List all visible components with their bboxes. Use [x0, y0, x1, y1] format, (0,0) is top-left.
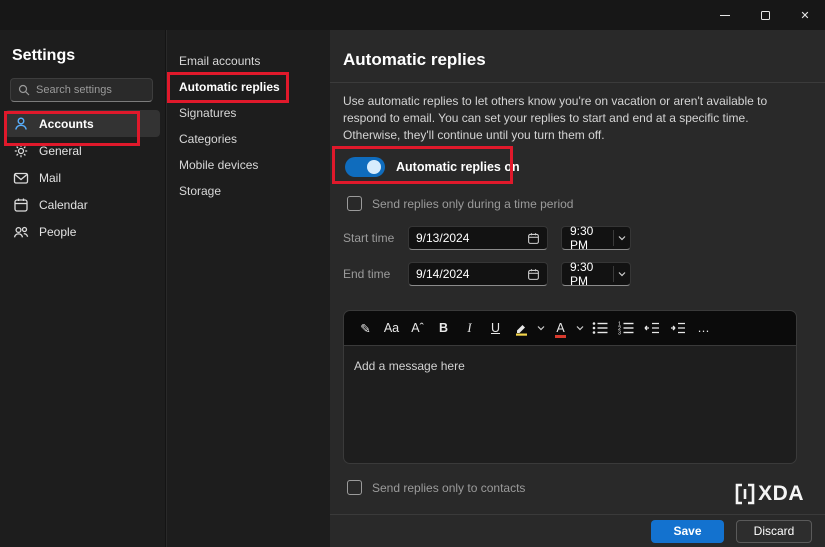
end-date-value: 9/14/2024	[416, 267, 470, 281]
bold-icon[interactable]: B	[432, 316, 455, 340]
start-time-field[interactable]: 9:30 PM	[561, 224, 631, 252]
calendar-icon	[528, 268, 539, 280]
toggle-label: Automatic replies on	[396, 160, 520, 174]
sidebar-item-general[interactable]: General	[5, 137, 160, 164]
minimize-icon	[720, 14, 730, 16]
maximize-icon	[760, 10, 770, 20]
start-time-label: Start time	[343, 231, 395, 245]
end-time-field[interactable]: 9:30 PM	[561, 260, 631, 288]
time-period-checkbox-label: Send replies only during a time period	[372, 196, 574, 211]
sidebar-item-label: General	[39, 143, 82, 158]
start-time-value: 9:30 PM	[570, 224, 594, 252]
end-time-label: End time	[343, 267, 391, 281]
message-text-area[interactable]: Add a message here	[343, 346, 797, 464]
sidebar-item-label: Accounts	[39, 116, 94, 131]
mail-icon	[13, 172, 29, 184]
reply-message-editor: ✎ Aa Aˆ B I U A 1 2 3 … Add a message he…	[343, 310, 797, 464]
font-icon[interactable]: Aa	[380, 316, 403, 340]
numbered-list-icon[interactable]: 1 2 3	[614, 316, 637, 340]
xda-logo-text: XDA	[758, 482, 804, 505]
font-size-icon[interactable]: Aˆ	[406, 316, 429, 340]
format-painter-icon[interactable]: ✎	[354, 316, 377, 340]
sidebar-item-people[interactable]: People	[5, 218, 160, 245]
contacts-only-checkbox[interactable]	[347, 480, 362, 495]
end-time-value: 9:30 PM	[570, 260, 594, 288]
subnav-item-signatures[interactable]: Signatures	[167, 100, 330, 126]
font-color-icon[interactable]: A	[549, 316, 572, 340]
sidebar-item-calendar[interactable]: Calendar	[5, 191, 160, 218]
chevron-down-icon[interactable]	[536, 325, 546, 331]
more-options-icon[interactable]: …	[692, 316, 715, 340]
xda-watermark: XDA	[735, 482, 804, 506]
subnav-item-storage[interactable]: Storage	[167, 178, 330, 204]
settings-sidebar: Settings Accounts General	[0, 30, 166, 547]
end-time-row: End time 9/14/2024 9:30 PM	[343, 260, 631, 288]
message-placeholder: Add a message here	[354, 359, 465, 373]
automatic-replies-panel: Automatic replies Use automatic replies …	[330, 30, 825, 547]
subnav-item-mobile-devices[interactable]: Mobile devices	[167, 152, 330, 178]
sidebar-item-label: Calendar	[39, 197, 88, 212]
formatting-toolbar: ✎ Aa Aˆ B I U A 1 2 3 …	[343, 310, 797, 346]
title-bar: ✕	[0, 0, 825, 30]
sidebar-item-mail[interactable]: Mail	[5, 164, 160, 191]
header-divider	[330, 82, 825, 83]
decrease-indent-icon[interactable]	[640, 316, 663, 340]
panel-footer: Save Discard	[330, 514, 825, 547]
description-text: Use automatic replies to let others know…	[343, 94, 768, 142]
underline-icon[interactable]: U	[484, 316, 507, 340]
bullet-list-icon[interactable]	[588, 316, 611, 340]
end-date-field[interactable]: 9/14/2024	[408, 262, 548, 286]
subnav-item-categories[interactable]: Categories	[167, 126, 330, 152]
automatic-replies-toggle-row: Automatic replies on	[345, 154, 520, 180]
save-button[interactable]: Save	[651, 519, 724, 543]
xda-logo-icon	[735, 483, 755, 505]
svg-text:3: 3	[618, 330, 621, 335]
close-icon: ✕	[800, 9, 810, 22]
person-icon	[15, 117, 27, 130]
time-period-checkbox[interactable]	[347, 196, 362, 211]
panel-title: Automatic replies	[343, 50, 486, 69]
search-icon	[18, 84, 30, 96]
close-button[interactable]: ✕	[785, 0, 825, 30]
calendar-icon	[528, 232, 539, 244]
contacts-checkbox-row: Send replies only to contacts	[347, 480, 525, 495]
increase-indent-icon[interactable]	[666, 316, 689, 340]
start-time-row: Start time 9/13/2024 9:30 PM	[343, 224, 631, 252]
minimize-button[interactable]	[705, 0, 745, 30]
gear-icon	[14, 144, 28, 157]
search-box[interactable]	[10, 78, 153, 102]
sidebar-nav: Accounts General Mail Calendar People	[0, 110, 165, 245]
subnav-item-automatic-replies[interactable]: Automatic replies	[167, 74, 330, 100]
window-controls: ✕	[705, 0, 825, 30]
sidebar-item-label: Mail	[39, 170, 62, 185]
automatic-replies-toggle[interactable]	[345, 157, 385, 177]
chevron-down-icon[interactable]	[614, 235, 630, 241]
page-title: Settings	[12, 47, 76, 64]
text-highlight-icon[interactable]	[510, 316, 533, 340]
people-icon	[13, 226, 29, 237]
sidebar-item-label: People	[39, 224, 77, 239]
search-input[interactable]	[36, 84, 145, 96]
time-period-checkbox-row: Send replies only during a time period	[347, 196, 573, 211]
contacts-checkbox-label: Send replies only to contacts	[372, 480, 526, 495]
maximize-button[interactable]	[745, 0, 785, 30]
toggle-knob	[367, 160, 381, 174]
sidebar-item-accounts[interactable]: Accounts	[5, 110, 160, 137]
settings-window: ✕ Settings Accounts	[0, 0, 825, 547]
chevron-down-icon[interactable]	[614, 271, 630, 277]
discard-button[interactable]: Discard	[736, 519, 812, 543]
accounts-subnav: Email accounts Automatic replies Signatu…	[167, 30, 330, 547]
chevron-down-icon[interactable]	[575, 325, 585, 331]
start-date-field[interactable]: 9/13/2024	[408, 226, 548, 250]
italic-icon[interactable]: I	[458, 316, 481, 340]
calendar-icon	[14, 198, 28, 212]
subnav-item-email-accounts[interactable]: Email accounts	[167, 48, 330, 74]
start-date-value: 9/13/2024	[416, 231, 470, 245]
